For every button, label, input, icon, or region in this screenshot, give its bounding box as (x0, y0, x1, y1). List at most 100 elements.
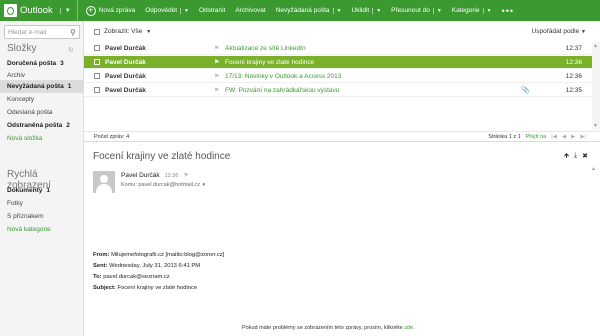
folder-label: Doručená pošta (7, 60, 57, 67)
first-page-icon[interactable]: |◀ (551, 134, 557, 140)
brand[interactable]: Outlook ▼ (0, 0, 77, 21)
footnote-link[interactable]: zde (404, 325, 413, 331)
chevron-down-icon[interactable]: ▼ (482, 7, 492, 14)
sidebar-item-junk[interactable]: Nevyžádaná pošta 1 (7, 81, 71, 92)
sweep-label: Uklidit (351, 7, 370, 14)
sidebar-item-sent[interactable]: Odeslaná pošta (7, 107, 53, 118)
footnote-text: Pokud máte problémy se zobrazením této z… (242, 325, 403, 331)
message-row[interactable]: Pavel Durčák ⚑ Aktualizace ze sítě Linke… (84, 42, 592, 55)
delete-label: Odstranit (198, 7, 226, 14)
message-subject: Focení krajiny ve zlaté hodince (93, 151, 231, 162)
row-sender: Pavel Durčák (105, 86, 146, 94)
folder-label: Nová složka (7, 135, 43, 142)
chevron-down-icon: ▼ (201, 182, 206, 187)
filter-dropdown[interactable]: Zobrazit: Vše ▼ (94, 28, 151, 35)
search-icon[interactable]: ⚲ (70, 28, 76, 37)
top-command-bar: Outlook ▼ + Nová zpráva Odpovědět ▼ Odst… (0, 0, 600, 21)
message-list-footer: Počet zpráv: 4 Stránka 1 z 1 Přejít na |… (84, 131, 600, 141)
chevron-down-icon: ▼ (581, 29, 586, 35)
row-subject: Focení krajiny ve zlaté hodince (225, 58, 315, 66)
sidebar-item-flagged[interactable]: S příznakem (7, 211, 44, 222)
recipient-line[interactable]: Komu: pavel.durcak@hotmail.cz ▼ (121, 182, 206, 188)
refresh-icon[interactable]: ↻ (68, 46, 74, 54)
delete-button[interactable]: Odstranit (194, 0, 230, 21)
row-sender: Pavel Durčák (105, 72, 146, 80)
select-all-checkbox[interactable] (94, 28, 100, 35)
folder-count: 1 (67, 83, 72, 90)
row-sender: Pavel Durčák (105, 58, 146, 66)
chevron-down-icon[interactable]: ▼ (432, 7, 442, 14)
go-to-link[interactable]: Přejít na (526, 134, 546, 140)
chevron-down-icon[interactable]: ▼ (332, 7, 342, 14)
header-from: From: Milujemefotografii.cz [mailto:blog… (93, 252, 225, 258)
folder-label: Nevyžádaná pošta (7, 83, 64, 90)
close-icon[interactable]: ✖ (582, 152, 588, 163)
row-checkbox[interactable] (94, 73, 100, 79)
next-page-icon[interactable]: ▶ (571, 134, 575, 140)
sweep-button[interactable]: Uklidit ▼ (347, 0, 387, 21)
scroll-up-icon[interactable]: ▲ (591, 166, 596, 172)
folder-label: S příznakem (7, 213, 44, 220)
chevron-down-icon[interactable]: ▼ (372, 7, 381, 14)
junk-label: Nevyžádaná pošta (275, 7, 330, 14)
reply-arrow-icon[interactable]: 🡹 (564, 152, 569, 163)
row-subject: FW: Pozvání na zahrádkářskou výstavu (225, 86, 340, 94)
archive-button[interactable]: Archivovat (230, 0, 270, 21)
sidebar-item-archive[interactable]: Archiv (7, 70, 25, 81)
sidebar-item-new-folder[interactable]: Nová složka (7, 133, 42, 144)
sidebar-item-documents[interactable]: Dokumenty 1 (7, 185, 50, 196)
folder-label: Fotky (7, 200, 23, 207)
scroll-down-icon[interactable]: ▼ (593, 123, 598, 129)
row-time: 12:36 (565, 58, 582, 66)
previous-page-icon[interactable]: ◀ (562, 134, 566, 140)
header-to: To: pavel.durcak@seznam.cz (93, 274, 170, 280)
categories-button[interactable]: Kategorie ▼ (447, 0, 497, 21)
list-scrollbar[interactable]: ▲ ▼ (592, 42, 600, 130)
folders-heading[interactable]: Složky (7, 43, 36, 54)
flag-icon[interactable]: ⚑ (214, 45, 219, 52)
row-checkbox[interactable] (94, 87, 100, 93)
flag-icon[interactable]: ⚑ (214, 73, 219, 80)
header-subject: Subject: Focení krajiny ve zlaté hodince (93, 285, 198, 291)
chevron-down-icon[interactable]: ▼ (59, 7, 71, 14)
chevron-down-icon[interactable]: ▼ (180, 7, 189, 14)
row-time: 12:37 (565, 44, 582, 52)
search-box: ⚲ (4, 25, 80, 39)
folder-label: Odeslaná pošta (7, 109, 53, 116)
sender-name[interactable]: Pavel Durčák (121, 172, 160, 179)
download-icon[interactable]: ⤓ (574, 152, 577, 163)
sidebar-item-drafts[interactable]: Koncepty (7, 94, 34, 105)
sort-dropdown[interactable]: Uspořádat podle ▼ (532, 28, 586, 35)
more-button[interactable]: ••• (497, 0, 519, 21)
folder-label: Odstraněná pošta (7, 122, 63, 129)
sidebar-item-new-category[interactable]: Nová kategorie (7, 224, 51, 235)
row-checkbox[interactable] (94, 59, 100, 65)
reply-label: Odpovědět (145, 7, 178, 14)
folder-label: Koncepty (7, 96, 35, 103)
sidebar: ⚲ Složky ↻ Doručená pošta3 Archiv Nevyžá… (0, 21, 84, 336)
message-row-selected[interactable]: Pavel Durčák ⚑ Focení krajiny ve zlaté h… (84, 56, 592, 69)
sidebar-item-inbox[interactable]: Doručená pošta 3 (7, 58, 64, 69)
flag-icon[interactable]: ⚑ (183, 172, 188, 179)
reading-actions: 🡹 ⤓ ✖ (564, 152, 588, 163)
last-page-icon[interactable]: ▶| (580, 134, 586, 140)
reply-button[interactable]: Odpovědět ▼ (140, 0, 194, 21)
scroll-up-icon[interactable]: ▲ (593, 43, 598, 49)
flag-icon[interactable]: ⚑ (214, 87, 219, 94)
reading-pane: Focení krajiny ve zlaté hodince 🡹 ⤓ ✖ Pa… (84, 141, 600, 336)
message-row[interactable]: Pavel Durčák ⚑ FW: Pozvání na zahrádkářs… (84, 84, 592, 97)
page-indicator: Stránka 1 z 1 (488, 134, 521, 140)
sidebar-item-photos[interactable]: Fotky (7, 198, 23, 209)
chevron-down-icon: ▼ (146, 28, 152, 35)
new-message-button[interactable]: + Nová zpráva (78, 0, 141, 21)
row-checkbox[interactable] (94, 45, 100, 51)
filter-label: Zobrazit: Vše (104, 28, 143, 35)
move-to-button[interactable]: Přesunout do ▼ (386, 0, 447, 21)
row-subject: Aktualizace ze sítě LinkedIn (225, 44, 306, 52)
flag-icon[interactable]: ⚑ (214, 59, 219, 66)
avatar-body-shape (96, 184, 112, 193)
search-input[interactable] (8, 28, 70, 36)
junk-button[interactable]: Nevyžádaná pošta ▼ (271, 0, 347, 21)
sidebar-item-deleted[interactable]: Odstraněná pošta 2 (7, 120, 70, 131)
message-row[interactable]: Pavel Durčák ⚑ 17/13: Novinky v Outlook … (84, 70, 592, 83)
